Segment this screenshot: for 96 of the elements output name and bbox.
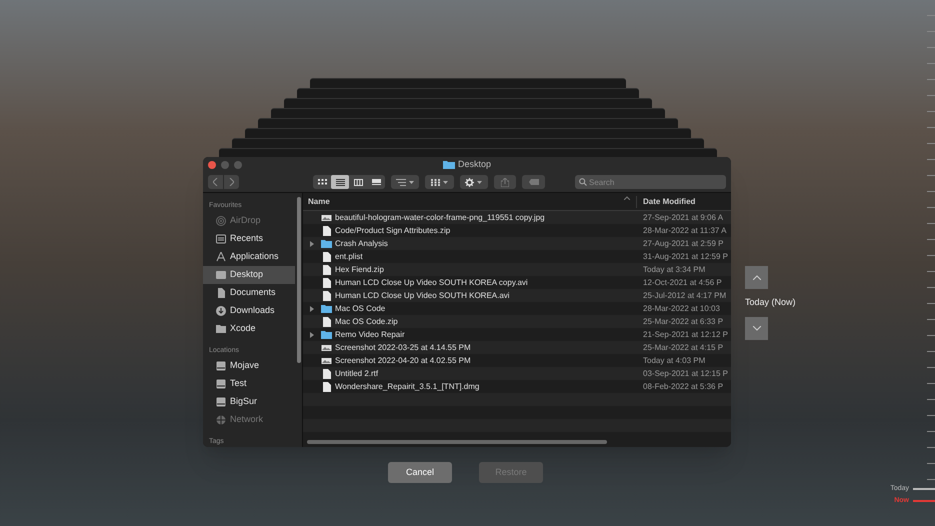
airdrop-icon (216, 216, 226, 226)
network-icon (216, 415, 226, 425)
search-icon (579, 178, 588, 186)
file-name: Screenshot 2022-04-20 at 4.02.55 PM (335, 354, 471, 366)
date-modified: Today at 3:34 PM (642, 264, 706, 276)
caret-icon (442, 180, 448, 184)
scrollbar[interactable] (296, 197, 300, 363)
up-arrow-button[interactable] (745, 266, 768, 289)
date-modified: 25-Jul-2012 at 4:17 PM (642, 290, 726, 302)
file-row[interactable]: Mac OS Code.zip 25-Mar-2022 at 6:33 P (303, 315, 731, 328)
file-row[interactable]: Crash Analysis 27-Aug-2021 at 2:59 P (303, 237, 731, 250)
recents-icon (216, 234, 226, 244)
chevron-right-icon (229, 178, 234, 186)
search-field[interactable]: Search (575, 175, 726, 189)
down-arrow-button[interactable] (745, 316, 768, 340)
image-icon (321, 342, 332, 352)
file-row[interactable]: Hex Fiend.zip Today at 3:34 PM (303, 263, 731, 276)
image-icon (321, 356, 332, 366)
window-title: Desktop (458, 158, 492, 171)
file-name: Mac OS Code (335, 302, 386, 314)
desktop-icon (216, 270, 226, 280)
gear-icon (465, 178, 474, 186)
tag-button[interactable] (522, 175, 546, 189)
lines-icon (396, 178, 406, 186)
sidebar-item[interactable]: Desktop (203, 266, 295, 284)
icons-view-icon (318, 178, 326, 186)
download-icon (216, 306, 226, 316)
file-name: beautiful-hologram-water-color-frame-png_119551 copy.jpg (335, 212, 545, 224)
doc-icon (216, 288, 226, 298)
folder-icon (216, 324, 226, 334)
sidebar-item[interactable]: Mojave (203, 357, 295, 375)
list-view-icon (336, 178, 344, 186)
date-label: Today (Now) (745, 296, 796, 309)
sidebar-item[interactable]: Downloads (203, 302, 295, 320)
caret-icon (409, 180, 414, 184)
view-mode-button[interactable] (331, 175, 349, 189)
sidebar-item[interactable]: Test (203, 375, 295, 393)
sidebar-item[interactable]: Recents (203, 230, 295, 248)
file-name: ent.plist (335, 250, 363, 262)
arrange-button[interactable] (391, 175, 420, 189)
sort-caret-icon (624, 196, 630, 200)
share-icon (501, 178, 510, 186)
date-modified: Today at 4:03 PM (642, 354, 706, 366)
back-button[interactable] (208, 175, 223, 189)
forward-button[interactable] (224, 175, 239, 189)
date-modified: 31-Aug-2021 at 12:59 P (642, 250, 728, 262)
close-button[interactable] (208, 160, 216, 168)
date-modified: 21-Sep-2021 at 12:12 P (642, 328, 728, 340)
image-icon (321, 212, 332, 222)
file-name: Hex Fiend.zip (335, 264, 384, 276)
sidebar-item[interactable]: BigSur (203, 393, 295, 411)
apps-icon (216, 252, 226, 262)
file-name: Screenshot 2022-03-25 at 4.14.55 PM (335, 342, 471, 354)
date-modified: 28-Mar-2022 at 10:03 (642, 302, 720, 314)
column-header[interactable]: Date Modified (637, 196, 696, 208)
date-modified: 03-Sep-2021 at 12:15 P (642, 368, 728, 380)
disclosure-triangle[interactable] (309, 306, 315, 312)
file-name: Mac OS Code.zip (335, 316, 398, 328)
file-name: Wondershare_Repairit_3.5.1_[TNT].dmg (335, 380, 480, 392)
file-row[interactable]: Untitled 2.rtf 03-Sep-2021 at 12:15 P (303, 367, 731, 380)
file-name: Crash Analysis (335, 238, 388, 250)
file-row[interactable]: beautiful-hologram-water-color-frame-png_119551 copy.jpg 27-Sep-2021 at 9:06 A (303, 211, 731, 224)
action-button[interactable] (460, 175, 488, 189)
file-name: Code/Product Sign Attributes.zip (335, 224, 450, 236)
sidebar-item[interactable]: Documents (203, 284, 295, 302)
chevron-left-icon (213, 178, 218, 186)
date-modified: 25-Mar-2022 at 4:15 P (642, 342, 724, 354)
file-name: Human LCD Close Up Video SOUTH KOREA.avi (335, 290, 510, 302)
scrollbar[interactable] (307, 440, 607, 444)
date-modified: 27-Aug-2021 at 2:59 P (642, 238, 724, 250)
file-name: Human LCD Close Up Video SOUTH KOREA copy.avi (335, 276, 528, 288)
share-button[interactable] (494, 175, 516, 189)
column-header[interactable]: Name (303, 196, 637, 208)
group-button[interactable] (425, 175, 454, 189)
sidebar-item[interactable]: Xcode (203, 320, 295, 338)
date-modified: 27-Sep-2021 at 9:06 A (642, 212, 724, 224)
date-modified: 12-Oct-2021 at 4:56 P (642, 276, 722, 288)
file-row[interactable]: Screenshot 2022-03-25 at 4.14.55 PM 25-Mar-2022 at 4:15 P (303, 341, 731, 354)
chevron-down-icon (752, 326, 760, 330)
tag-icon (528, 179, 539, 185)
file-name: Remo Video Repair (335, 328, 405, 340)
columns-view-icon (354, 178, 362, 186)
date-modified: 25-Mar-2022 at 6:33 P (642, 316, 724, 328)
file-row[interactable]: Human LCD Close Up Video SOUTH KOREA.avi 25-Jul-2012 at 4:17 PM (303, 289, 731, 302)
disclosure-triangle[interactable] (309, 240, 315, 246)
folder-icon (442, 160, 455, 169)
date-modified: 28-Mar-2022 at 11:37 A (642, 224, 726, 236)
sidebar-item[interactable]: Applications (203, 248, 295, 266)
caret-icon (477, 180, 482, 184)
grid-icon (430, 178, 440, 186)
date-modified: 08-Feb-2022 at 5:36 P (642, 380, 724, 392)
dialog-button[interactable]: Cancel (388, 462, 452, 483)
file-name: Untitled 2.rtf (335, 368, 378, 380)
gallery-view-icon (372, 178, 380, 186)
chevron-up-icon (752, 275, 760, 280)
disclosure-triangle[interactable] (309, 332, 315, 338)
